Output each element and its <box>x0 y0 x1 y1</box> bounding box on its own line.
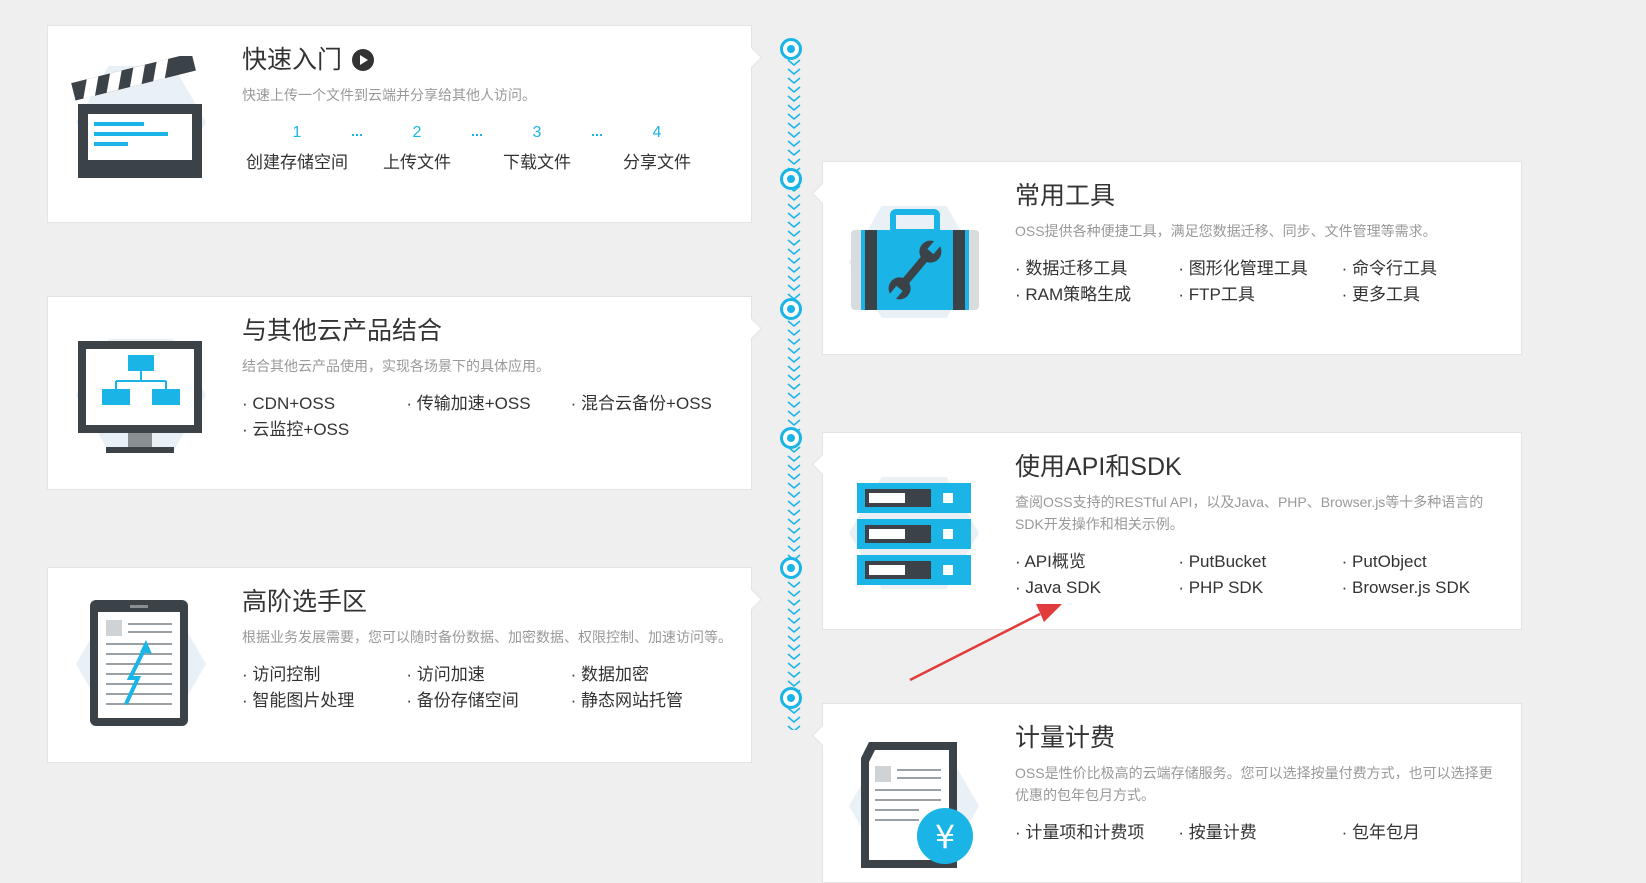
step-connector <box>352 134 362 136</box>
invoice-yuan-icon: ¥ <box>839 740 989 870</box>
tools-title[interactable]: 常用工具 <box>1015 178 1505 214</box>
link-gui-tool[interactable]: 图形化管理工具 <box>1178 258 1341 280</box>
sdk-title[interactable]: 使用API和SDK <box>1015 449 1505 485</box>
sdk-card: 使用API和SDK 查阅OSS支持的RESTful API，以及Java、PHP… <box>822 432 1522 630</box>
advanced-title[interactable]: 高阶选手区 <box>242 584 735 620</box>
link-data-migration[interactable]: 数据迁移工具 <box>1015 258 1178 280</box>
link-accel-oss[interactable]: 传输加速+OSS <box>406 393 570 415</box>
step-connector <box>472 134 482 136</box>
step-number: 2 <box>412 124 422 141</box>
clapperboard-icon <box>66 56 216 186</box>
integrate-title[interactable]: 与其他云产品结合 <box>242 313 735 349</box>
timeline <box>784 50 804 730</box>
link-cli-tool[interactable]: 命令行工具 <box>1342 258 1505 280</box>
advanced-links: 访问控制 访问加速 数据加密 智能图片处理 备份存储空间 静态网站托管 <box>242 664 735 712</box>
step-upload[interactable]: 2 上传文件 <box>362 124 472 173</box>
timeline-node <box>780 168 802 190</box>
link-putbucket[interactable]: PutBucket <box>1178 551 1341 573</box>
tools-desc: OSS提供各种便捷工具，满足您数据迁移、同步、文件管理等需求。 <box>1015 223 1437 239</box>
step-label[interactable]: 创建存储空间 <box>242 148 352 173</box>
link-data-encrypt[interactable]: 数据加密 <box>571 664 735 686</box>
step-connector <box>592 134 602 136</box>
link-ram-policy[interactable]: RAM策略生成 <box>1015 284 1178 306</box>
step-number: 4 <box>652 124 662 141</box>
integrate-desc: 结合其他云产品使用，实现各场景下的具体应用。 <box>242 358 550 374</box>
link-image-processing[interactable]: 智能图片处理 <box>242 690 406 712</box>
timeline-node <box>780 687 802 709</box>
link-java-sdk[interactable]: Java SDK <box>1015 577 1178 599</box>
sdk-desc: 查阅OSS支持的RESTful API，以及Java、PHP、Browser.j… <box>1015 494 1484 532</box>
tools-links: 数据迁移工具 图形化管理工具 命令行工具 RAM策略生成 FTP工具 更多工具 <box>1015 258 1505 306</box>
link-cloudmonitor-oss[interactable]: 云监控+OSS <box>242 419 406 441</box>
billing-title[interactable]: 计量计费 <box>1015 720 1505 756</box>
server-stack-icon <box>839 467 989 597</box>
link-billing-items[interactable]: 计量项和计费项 <box>1015 822 1178 844</box>
play-icon[interactable] <box>352 49 375 71</box>
link-static-website[interactable]: 静态网站托管 <box>571 690 735 712</box>
link-backup-bucket[interactable]: 备份存储空间 <box>406 690 570 712</box>
link-browserjs-sdk[interactable]: Browser.js SDK <box>1342 577 1505 599</box>
link-subscription[interactable]: 包年包月 <box>1342 822 1505 844</box>
step-download[interactable]: 3 下载文件 <box>482 124 592 173</box>
link-hybrid-backup-oss[interactable]: 混合云备份+OSS <box>571 393 735 415</box>
link-api-overview[interactable]: API概览 <box>1015 551 1178 573</box>
quickstart-card: 快速入门 快速上传一个文件到云端并分享给其他人访问。 1 创建存储空间 2 上传… <box>47 25 752 223</box>
yuan-symbol: ¥ <box>935 818 955 856</box>
advanced-card: 高阶选手区 根据业务发展需要，您可以随时备份数据、加密数据、权限控制、加速访问等… <box>47 567 752 763</box>
monitor-diagram-icon <box>66 329 216 459</box>
integrate-links: CDN+OSS 传输加速+OSS 混合云备份+OSS 云监控+OSS <box>242 393 735 441</box>
link-putobject[interactable]: PutObject <box>1342 551 1505 573</box>
timeline-node <box>780 427 802 449</box>
tools-card: 常用工具 OSS提供各种便捷工具，满足您数据迁移、同步、文件管理等需求。 数据迁… <box>822 161 1522 355</box>
timeline-chevrons <box>784 50 804 730</box>
step-number: 1 <box>292 124 302 141</box>
step-number: 3 <box>532 124 542 141</box>
timeline-node <box>780 38 802 60</box>
step-label[interactable]: 下载文件 <box>482 148 592 173</box>
link-php-sdk[interactable]: PHP SDK <box>1178 577 1341 599</box>
document-tablet-icon <box>66 598 216 728</box>
link-cdn-oss[interactable]: CDN+OSS <box>242 393 406 415</box>
link-access-control[interactable]: 访问控制 <box>242 664 406 686</box>
link-ftp-tool[interactable]: FTP工具 <box>1178 284 1341 306</box>
step-label[interactable]: 上传文件 <box>362 148 472 173</box>
billing-desc: OSS是性价比极高的云端存储服务。您可以选择按量付费方式，也可以选择更优惠的包年… <box>1015 765 1493 803</box>
billing-links: 计量项和计费项 按量计费 包年包月 <box>1015 822 1505 844</box>
step-label[interactable]: 分享文件 <box>602 148 712 173</box>
timeline-node <box>780 298 802 320</box>
link-pay-as-you-go[interactable]: 按量计费 <box>1178 822 1341 844</box>
toolbox-icon <box>839 196 989 326</box>
advanced-desc: 根据业务发展需要，您可以随时备份数据、加密数据、权限控制、加速访问等。 <box>242 629 732 645</box>
step-share[interactable]: 4 分享文件 <box>602 124 712 173</box>
integrate-card: 与其他云产品结合 结合其他云产品使用，实现各场景下的具体应用。 CDN+OSS … <box>47 296 752 490</box>
billing-card: ¥ 计量计费 OSS是性价比极高的云端存储服务。您可以选择按量付费方式，也可以选… <box>822 703 1522 883</box>
link-more-tools[interactable]: 更多工具 <box>1342 284 1505 306</box>
link-access-accel[interactable]: 访问加速 <box>406 664 570 686</box>
quickstart-title-text[interactable]: 快速入门 <box>242 42 342 78</box>
step-create-bucket[interactable]: 1 创建存储空间 <box>242 124 352 173</box>
quickstart-title[interactable]: 快速入门 <box>242 42 735 78</box>
quickstart-desc: 快速上传一个文件到云端并分享给其他人访问。 <box>242 87 536 103</box>
quickstart-steps: 1 创建存储空间 2 上传文件 3 下载文件 4 分享文件 <box>242 124 712 173</box>
sdk-links: API概览 PutBucket PutObject Java SDK PHP S… <box>1015 551 1505 599</box>
timeline-node <box>780 557 802 579</box>
